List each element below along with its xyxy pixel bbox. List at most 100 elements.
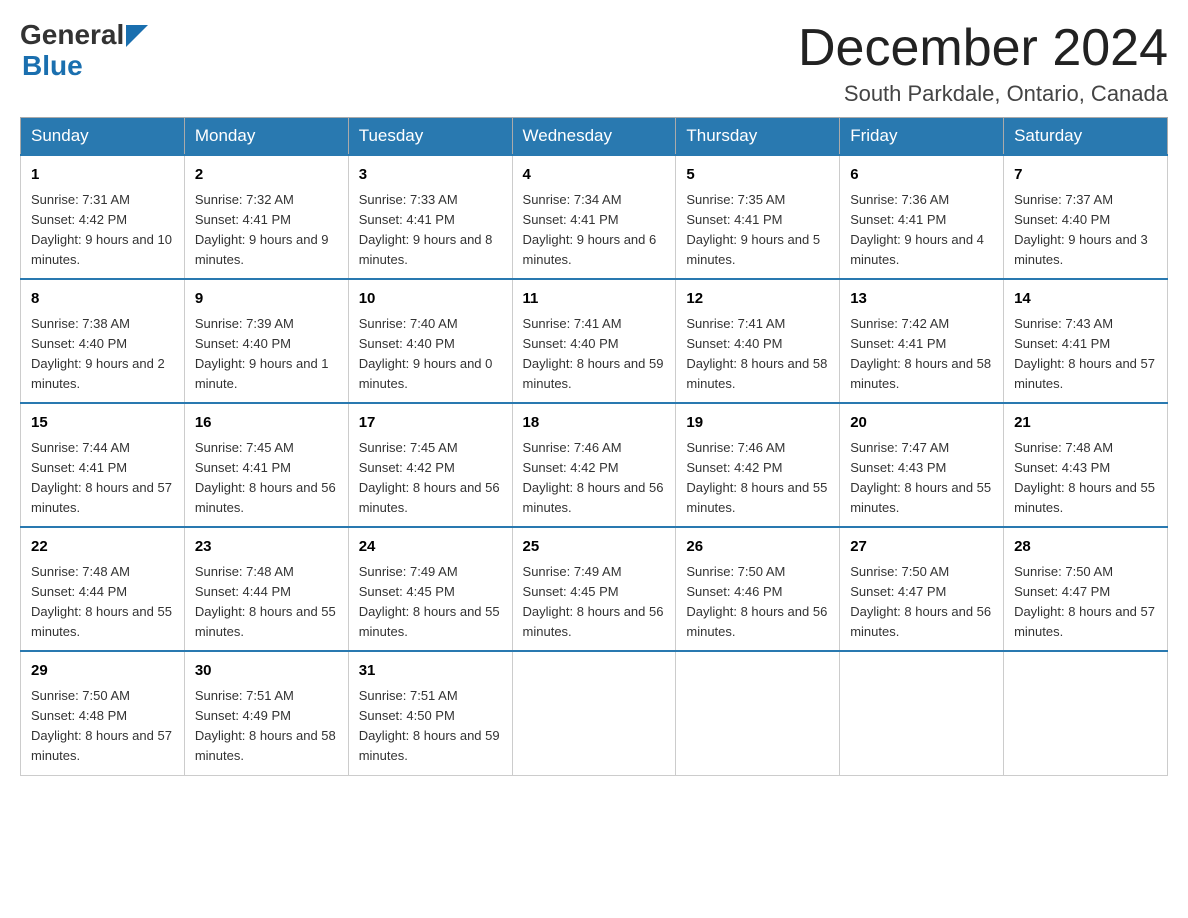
day-info: Sunrise: 7:46 AMSunset: 4:42 PMDaylight:… [523, 438, 666, 519]
logo-triangle-icon [126, 25, 148, 47]
day-header-wednesday: Wednesday [512, 118, 676, 156]
day-number: 30 [195, 660, 338, 683]
calendar-cell: 29 Sunrise: 7:50 AMSunset: 4:48 PMDayligh… [21, 651, 185, 775]
day-info: Sunrise: 7:50 AMSunset: 4:46 PMDaylight:… [686, 562, 829, 643]
calendar-table: SundayMondayTuesdayWednesdayThursdayFrid… [20, 117, 1168, 775]
day-info: Sunrise: 7:37 AMSunset: 4:40 PMDaylight:… [1014, 190, 1157, 271]
calendar-cell: 8 Sunrise: 7:38 AMSunset: 4:40 PMDaylight… [21, 279, 185, 403]
calendar-cell: 14Sunrise: 7:43 AMSunset: 4:41 PMDayligh… [1004, 279, 1168, 403]
day-info: Sunrise: 7:41 AMSunset: 4:40 PMDaylight:… [686, 314, 829, 395]
day-info: Sunrise: 7:49 AMSunset: 4:45 PMDaylight:… [523, 562, 666, 643]
day-info: Sunrise: 7:34 AMSunset: 4:41 PMDaylight:… [523, 190, 666, 271]
day-number: 27 [850, 536, 993, 559]
calendar-cell: 10Sunrise: 7:40 AMSunset: 4:40 PMDayligh… [348, 279, 512, 403]
day-header-tuesday: Tuesday [348, 118, 512, 156]
day-number: 3 [359, 164, 502, 187]
calendar-cell: 11Sunrise: 7:41 AMSunset: 4:40 PMDayligh… [512, 279, 676, 403]
week-row-4: 22 Sunrise: 7:48 AMSunset: 4:44 PMDayligh… [21, 527, 1168, 651]
calendar-cell: 4 Sunrise: 7:34 AMSunset: 4:41 PMDaylight… [512, 155, 676, 279]
day-info: Sunrise: 7:45 AMSunset: 4:41 PMDaylight:… [195, 438, 338, 519]
day-header-friday: Friday [840, 118, 1004, 156]
day-number: 2 [195, 164, 338, 187]
day-number: 14 [1014, 288, 1157, 311]
day-info: Sunrise: 7:31 AMSunset: 4:42 PMDaylight:… [31, 190, 174, 271]
day-number: 17 [359, 412, 502, 435]
day-number: 15 [31, 412, 174, 435]
day-info: Sunrise: 7:50 AMSunset: 4:48 PMDaylight:… [31, 686, 174, 767]
day-number: 9 [195, 288, 338, 311]
week-row-2: 8 Sunrise: 7:38 AMSunset: 4:40 PMDaylight… [21, 279, 1168, 403]
day-number: 22 [31, 536, 174, 559]
week-row-3: 15 Sunrise: 7:44 AMSunset: 4:41 PMDayligh… [21, 403, 1168, 527]
day-number: 12 [686, 288, 829, 311]
calendar-cell: 23 Sunrise: 7:48 AMSunset: 4:44 PMDayligh… [184, 527, 348, 651]
page-header: General Blue December 2024 South Parkdal… [20, 20, 1168, 107]
calendar-cell: 12 Sunrise: 7:41 AMSunset: 4:40 PMDayligh… [676, 279, 840, 403]
day-number: 28 [1014, 536, 1157, 559]
calendar-cell [676, 651, 840, 775]
calendar-cell [840, 651, 1004, 775]
day-number: 8 [31, 288, 174, 311]
calendar-cell: 13 Sunrise: 7:42 AMSunset: 4:41 PMDayligh… [840, 279, 1004, 403]
calendar-cell: 5 Sunrise: 7:35 AMSunset: 4:41 PMDaylight… [676, 155, 840, 279]
day-number: 20 [850, 412, 993, 435]
calendar-cell: 20 Sunrise: 7:47 AMSunset: 4:43 PMDayligh… [840, 403, 1004, 527]
calendar-cell: 28Sunrise: 7:50 AMSunset: 4:47 PMDayligh… [1004, 527, 1168, 651]
day-header-thursday: Thursday [676, 118, 840, 156]
calendar-cell: 27Sunrise: 7:50 AMSunset: 4:47 PMDayligh… [840, 527, 1004, 651]
days-header-row: SundayMondayTuesdayWednesdayThursdayFrid… [21, 118, 1168, 156]
calendar-cell: 2Sunrise: 7:32 AMSunset: 4:41 PMDaylight… [184, 155, 348, 279]
week-row-1: 1Sunrise: 7:31 AMSunset: 4:42 PMDaylight… [21, 155, 1168, 279]
day-info: Sunrise: 7:51 AMSunset: 4:50 PMDaylight:… [359, 686, 502, 767]
calendar-cell: 22 Sunrise: 7:48 AMSunset: 4:44 PMDayligh… [21, 527, 185, 651]
calendar-cell: 24 Sunrise: 7:49 AMSunset: 4:45 PMDayligh… [348, 527, 512, 651]
calendar-cell [512, 651, 676, 775]
day-info: Sunrise: 7:51 AMSunset: 4:49 PMDaylight:… [195, 686, 338, 767]
day-number: 31 [359, 660, 502, 683]
calendar-cell: 31 Sunrise: 7:51 AMSunset: 4:50 PMDayligh… [348, 651, 512, 775]
day-header-sunday: Sunday [21, 118, 185, 156]
calendar-cell: 7 Sunrise: 7:37 AMSunset: 4:40 PMDaylight… [1004, 155, 1168, 279]
day-info: Sunrise: 7:49 AMSunset: 4:45 PMDaylight:… [359, 562, 502, 643]
day-number: 21 [1014, 412, 1157, 435]
day-number: 29 [31, 660, 174, 683]
day-header-monday: Monday [184, 118, 348, 156]
day-info: Sunrise: 7:44 AMSunset: 4:41 PMDaylight:… [31, 438, 174, 519]
location-title: South Parkdale, Ontario, Canada [798, 81, 1168, 107]
month-title: December 2024 [798, 20, 1168, 77]
day-number: 6 [850, 164, 993, 187]
calendar-cell: 18Sunrise: 7:46 AMSunset: 4:42 PMDayligh… [512, 403, 676, 527]
calendar-cell: 21Sunrise: 7:48 AMSunset: 4:43 PMDayligh… [1004, 403, 1168, 527]
day-info: Sunrise: 7:48 AMSunset: 4:44 PMDaylight:… [195, 562, 338, 643]
day-info: Sunrise: 7:47 AMSunset: 4:43 PMDaylight:… [850, 438, 993, 519]
calendar-cell: 1Sunrise: 7:31 AMSunset: 4:42 PMDaylight… [21, 155, 185, 279]
day-info: Sunrise: 7:33 AMSunset: 4:41 PMDaylight:… [359, 190, 502, 271]
calendar-cell: 16 Sunrise: 7:45 AMSunset: 4:41 PMDayligh… [184, 403, 348, 527]
day-number: 4 [523, 164, 666, 187]
day-number: 10 [359, 288, 502, 311]
day-info: Sunrise: 7:35 AMSunset: 4:41 PMDaylight:… [686, 190, 829, 271]
day-number: 26 [686, 536, 829, 559]
logo-blue-text: Blue [20, 51, 148, 82]
day-info: Sunrise: 7:39 AMSunset: 4:40 PMDaylight:… [195, 314, 338, 395]
calendar-cell: 19Sunrise: 7:46 AMSunset: 4:42 PMDayligh… [676, 403, 840, 527]
day-info: Sunrise: 7:36 AMSunset: 4:41 PMDaylight:… [850, 190, 993, 271]
logo: General Blue [20, 20, 148, 82]
day-info: Sunrise: 7:48 AMSunset: 4:44 PMDaylight:… [31, 562, 174, 643]
calendar-cell: 25 Sunrise: 7:49 AMSunset: 4:45 PMDayligh… [512, 527, 676, 651]
day-info: Sunrise: 7:46 AMSunset: 4:42 PMDaylight:… [686, 438, 829, 519]
calendar-cell: 26 Sunrise: 7:50 AMSunset: 4:46 PMDayligh… [676, 527, 840, 651]
day-info: Sunrise: 7:38 AMSunset: 4:40 PMDaylight:… [31, 314, 174, 395]
week-row-5: 29 Sunrise: 7:50 AMSunset: 4:48 PMDayligh… [21, 651, 1168, 775]
day-number: 5 [686, 164, 829, 187]
day-number: 16 [195, 412, 338, 435]
day-number: 7 [1014, 164, 1157, 187]
calendar-cell: 17Sunrise: 7:45 AMSunset: 4:42 PMDayligh… [348, 403, 512, 527]
day-number: 23 [195, 536, 338, 559]
day-number: 24 [359, 536, 502, 559]
day-header-saturday: Saturday [1004, 118, 1168, 156]
day-number: 25 [523, 536, 666, 559]
calendar-cell [1004, 651, 1168, 775]
day-info: Sunrise: 7:42 AMSunset: 4:41 PMDaylight:… [850, 314, 993, 395]
day-number: 13 [850, 288, 993, 311]
